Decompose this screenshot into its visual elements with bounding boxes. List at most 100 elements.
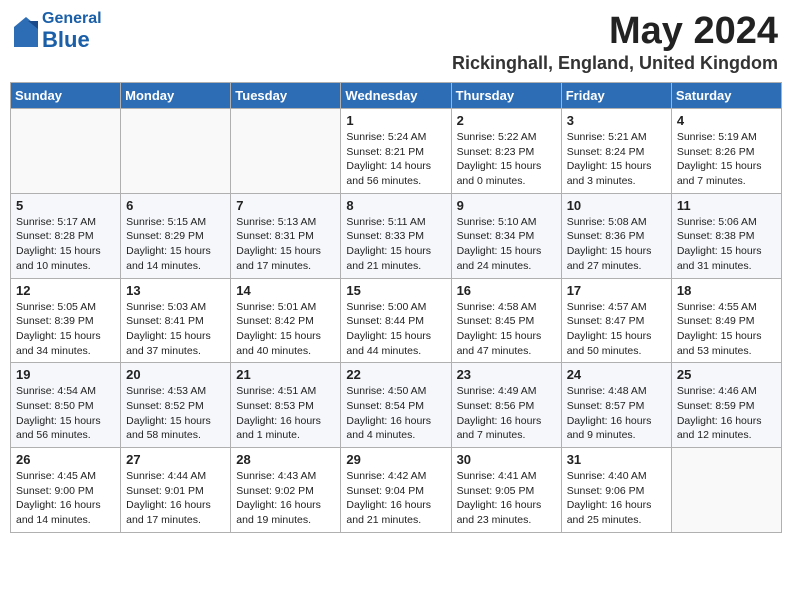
calendar-week-row: 5 Sunrise: 5:17 AMSunset: 8:28 PMDaylight… <box>11 193 782 278</box>
day-info: Sunrise: 5:10 AMSunset: 8:34 PMDaylight:… <box>457 215 556 274</box>
calendar-day-cell: 31 Sunrise: 4:40 AMSunset: 9:06 PMDayligh… <box>561 448 671 533</box>
day-number: 22 <box>346 367 445 382</box>
day-number: 25 <box>677 367 776 382</box>
day-number: 14 <box>236 283 335 298</box>
calendar-week-row: 19Sunrise: 4:54 AMSunset: 8:50 PMDayligh… <box>11 363 782 448</box>
day-info: Sunrise: 4:55 AMSunset: 8:49 PMDaylight:… <box>677 300 776 359</box>
day-number: 13 <box>126 283 225 298</box>
day-number: 17 <box>567 283 666 298</box>
day-number: 23 <box>457 367 556 382</box>
calendar-day-cell: 21Sunrise: 4:51 AMSunset: 8:53 PMDayligh… <box>231 363 341 448</box>
page-header: General Blue May 2024 Rickinghall, Engla… <box>10 10 782 74</box>
calendar-table: SundayMondayTuesdayWednesdayThursdayFrid… <box>10 82 782 533</box>
calendar-day-cell: 2Sunrise: 5:22 AMSunset: 8:23 PMDaylight… <box>451 109 561 194</box>
day-info: Sunrise: 5:17 AMSunset: 8:28 PMDaylight:… <box>16 215 115 274</box>
day-number: 8 <box>346 198 445 213</box>
day-number: 29 <box>346 452 445 467</box>
calendar-day-cell: 18 Sunrise: 4:55 AMSunset: 8:49 PMDayligh… <box>671 278 781 363</box>
weekday-header: Monday <box>121 83 231 109</box>
weekday-header: Saturday <box>671 83 781 109</box>
day-number: 27 <box>126 452 225 467</box>
day-number: 7 <box>236 198 335 213</box>
calendar-day-cell <box>121 109 231 194</box>
day-number: 30 <box>457 452 556 467</box>
weekday-header: Sunday <box>11 83 121 109</box>
day-info: Sunrise: 5:15 AMSunset: 8:29 PMDaylight:… <box>126 215 225 274</box>
day-info: Sunrise: 4:49 AMSunset: 8:56 PMDaylight:… <box>457 384 556 443</box>
calendar-location: Rickinghall, England, United Kingdom <box>452 53 778 74</box>
calendar-day-cell: 6 Sunrise: 5:15 AMSunset: 8:29 PMDaylight… <box>121 193 231 278</box>
day-info: Sunrise: 5:08 AMSunset: 8:36 PMDaylight:… <box>567 215 666 274</box>
day-info: Sunrise: 5:13 AMSunset: 8:31 PMDaylight:… <box>236 215 335 274</box>
weekday-header: Tuesday <box>231 83 341 109</box>
day-number: 26 <box>16 452 115 467</box>
day-info: Sunrise: 5:01 AMSunset: 8:42 PMDaylight:… <box>236 300 335 359</box>
day-info: Sunrise: 4:51 AMSunset: 8:53 PMDaylight:… <box>236 384 335 443</box>
calendar-day-cell: 10 Sunrise: 5:08 AMSunset: 8:36 PMDayligh… <box>561 193 671 278</box>
day-info: Sunrise: 4:50 AMSunset: 8:54 PMDaylight:… <box>346 384 445 443</box>
calendar-day-cell: 19Sunrise: 4:54 AMSunset: 8:50 PMDayligh… <box>11 363 121 448</box>
day-info: Sunrise: 5:22 AMSunset: 8:23 PMDaylight:… <box>457 130 556 189</box>
calendar-week-row: 26 Sunrise: 4:45 AMSunset: 9:00 PMDayligh… <box>11 448 782 533</box>
day-info: Sunrise: 5:24 AMSunset: 8:21 PMDaylight:… <box>346 130 445 189</box>
calendar-day-cell: 20 Sunrise: 4:53 AMSunset: 8:52 PMDayligh… <box>121 363 231 448</box>
day-number: 9 <box>457 198 556 213</box>
calendar-title: May 2024 <box>452 10 778 53</box>
logo-icon <box>14 17 38 47</box>
calendar-day-cell: 13 Sunrise: 5:03 AMSunset: 8:41 PMDayligh… <box>121 278 231 363</box>
day-info: Sunrise: 5:03 AMSunset: 8:41 PMDaylight:… <box>126 300 225 359</box>
logo-blue-text: Blue <box>42 28 102 52</box>
calendar-day-cell: 28 Sunrise: 4:43 AMSunset: 9:02 PMDayligh… <box>231 448 341 533</box>
logo-general-text: General <box>42 10 102 28</box>
calendar-day-cell: 8 Sunrise: 5:11 AMSunset: 8:33 PMDaylight… <box>341 193 451 278</box>
calendar-day-cell: 24 Sunrise: 4:48 AMSunset: 8:57 PMDayligh… <box>561 363 671 448</box>
day-number: 4 <box>677 113 776 128</box>
calendar-day-cell: 7 Sunrise: 5:13 AMSunset: 8:31 PMDaylight… <box>231 193 341 278</box>
day-number: 31 <box>567 452 666 467</box>
title-block: May 2024 Rickinghall, England, United Ki… <box>452 10 778 74</box>
calendar-day-cell: 30Sunrise: 4:41 AMSunset: 9:05 PMDayligh… <box>451 448 561 533</box>
day-number: 12 <box>16 283 115 298</box>
day-number: 19 <box>16 367 115 382</box>
day-number: 3 <box>567 113 666 128</box>
day-number: 20 <box>126 367 225 382</box>
calendar-day-cell: 16Sunrise: 4:58 AMSunset: 8:45 PMDayligh… <box>451 278 561 363</box>
day-info: Sunrise: 4:48 AMSunset: 8:57 PMDaylight:… <box>567 384 666 443</box>
logo-text: General Blue <box>42 10 102 52</box>
day-info: Sunrise: 5:05 AMSunset: 8:39 PMDaylight:… <box>16 300 115 359</box>
day-number: 6 <box>126 198 225 213</box>
day-info: Sunrise: 4:46 AMSunset: 8:59 PMDaylight:… <box>677 384 776 443</box>
calendar-day-cell: 29 Sunrise: 4:42 AMSunset: 9:04 PMDayligh… <box>341 448 451 533</box>
calendar-day-cell: 5 Sunrise: 5:17 AMSunset: 8:28 PMDaylight… <box>11 193 121 278</box>
day-number: 15 <box>346 283 445 298</box>
day-number: 18 <box>677 283 776 298</box>
calendar-week-row: 12 Sunrise: 5:05 AMSunset: 8:39 PMDayligh… <box>11 278 782 363</box>
day-number: 11 <box>677 198 776 213</box>
calendar-day-cell: 12 Sunrise: 5:05 AMSunset: 8:39 PMDayligh… <box>11 278 121 363</box>
day-number: 10 <box>567 198 666 213</box>
calendar-header-row: SundayMondayTuesdayWednesdayThursdayFrid… <box>11 83 782 109</box>
calendar-day-cell: 3 Sunrise: 5:21 AMSunset: 8:24 PMDaylight… <box>561 109 671 194</box>
day-number: 24 <box>567 367 666 382</box>
weekday-header: Thursday <box>451 83 561 109</box>
calendar-day-cell: 14 Sunrise: 5:01 AMSunset: 8:42 PMDayligh… <box>231 278 341 363</box>
weekday-header: Friday <box>561 83 671 109</box>
day-info: Sunrise: 4:40 AMSunset: 9:06 PMDaylight:… <box>567 469 666 528</box>
day-info: Sunrise: 4:42 AMSunset: 9:04 PMDaylight:… <box>346 469 445 528</box>
day-number: 5 <box>16 198 115 213</box>
day-info: Sunrise: 5:11 AMSunset: 8:33 PMDaylight:… <box>346 215 445 274</box>
day-info: Sunrise: 5:19 AMSunset: 8:26 PMDaylight:… <box>677 130 776 189</box>
logo: General Blue <box>14 10 102 52</box>
calendar-day-cell <box>231 109 341 194</box>
day-info: Sunrise: 4:53 AMSunset: 8:52 PMDaylight:… <box>126 384 225 443</box>
calendar-day-cell: 26 Sunrise: 4:45 AMSunset: 9:00 PMDayligh… <box>11 448 121 533</box>
calendar-day-cell: 23 Sunrise: 4:49 AMSunset: 8:56 PMDayligh… <box>451 363 561 448</box>
day-info: Sunrise: 4:43 AMSunset: 9:02 PMDaylight:… <box>236 469 335 528</box>
calendar-day-cell: 25 Sunrise: 4:46 AMSunset: 8:59 PMDayligh… <box>671 363 781 448</box>
day-info: Sunrise: 5:21 AMSunset: 8:24 PMDaylight:… <box>567 130 666 189</box>
day-number: 28 <box>236 452 335 467</box>
calendar-day-cell: 27Sunrise: 4:44 AMSunset: 9:01 PMDayligh… <box>121 448 231 533</box>
day-info: Sunrise: 5:00 AMSunset: 8:44 PMDaylight:… <box>346 300 445 359</box>
calendar-week-row: 1Sunrise: 5:24 AMSunset: 8:21 PMDaylight… <box>11 109 782 194</box>
day-info: Sunrise: 4:45 AMSunset: 9:00 PMDaylight:… <box>16 469 115 528</box>
